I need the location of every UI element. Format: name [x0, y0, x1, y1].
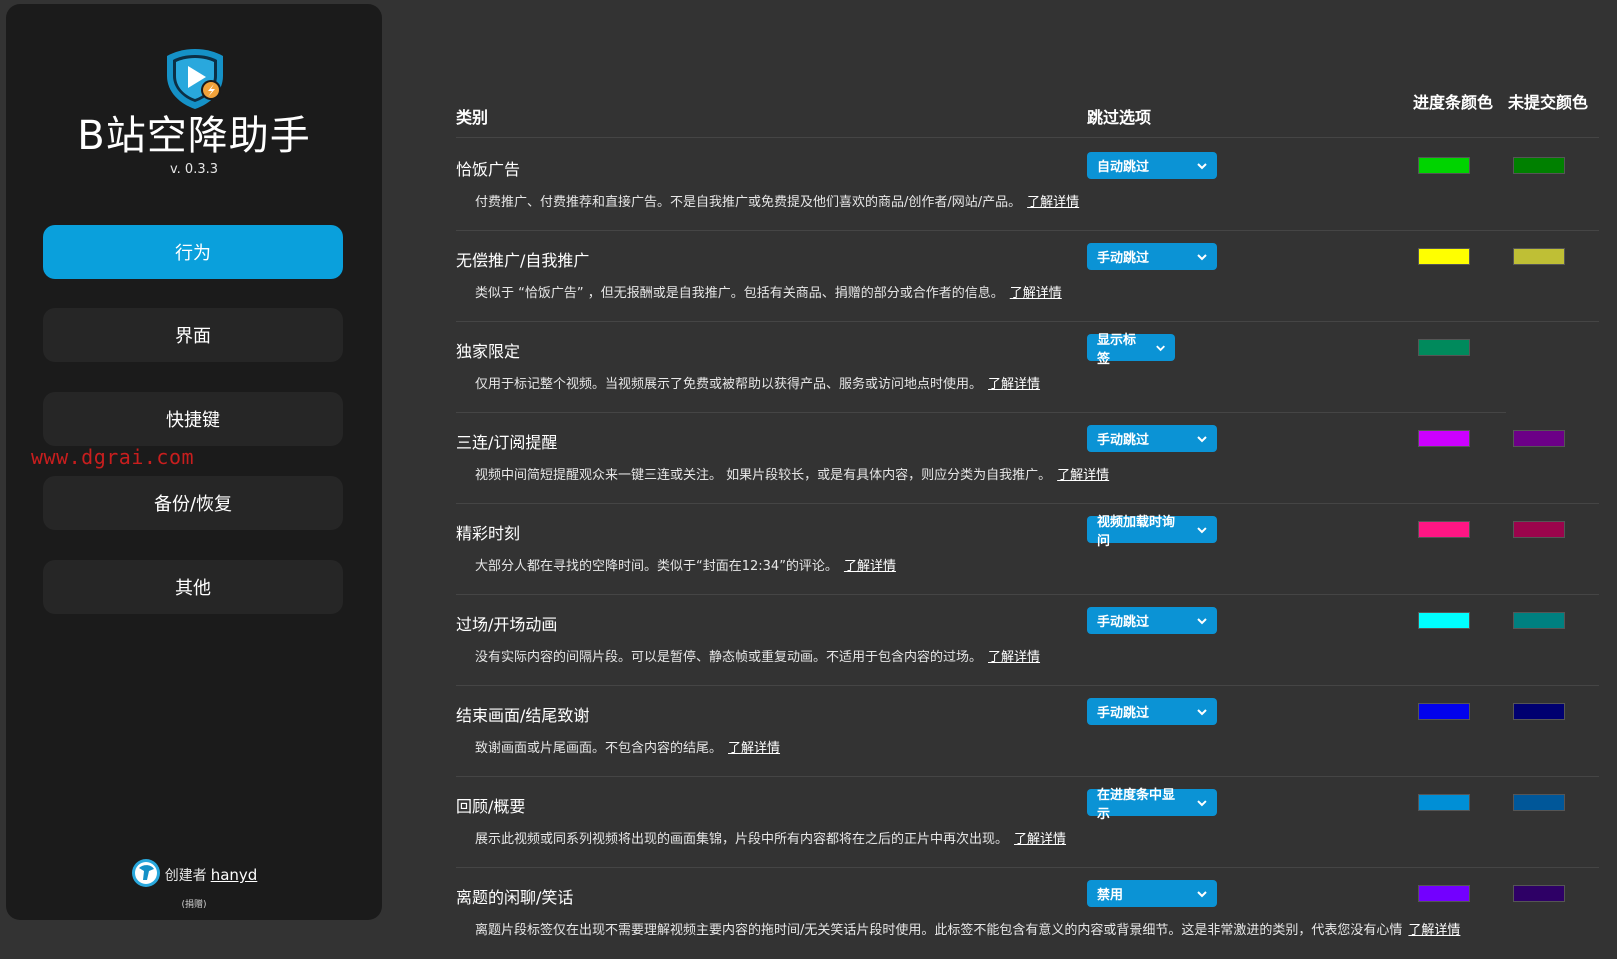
- unsubmitted-color-swatch[interactable]: [1513, 794, 1565, 811]
- unsubmitted-color-swatch[interactable]: [1513, 703, 1565, 720]
- learn-more-link[interactable]: 了解详情: [988, 650, 1040, 665]
- unsubmitted-color-swatch[interactable]: [1513, 430, 1565, 447]
- skip-option-value: 显示标签: [1097, 332, 1137, 367]
- category-description: 展示此视频或同系列视频将出现的画面集锦，片段中所有内容都将在之后的正片中再次出现…: [475, 828, 1066, 847]
- category-name: 独家限定: [456, 342, 521, 361]
- category-name: 精彩时刻: [456, 524, 521, 543]
- bar-color-swatch[interactable]: [1418, 248, 1470, 265]
- chevron-down-icon: [1197, 526, 1207, 533]
- category-row: 离题的闲聊/笑话 离题片段标签仅在出现不需要理解视频主要内容的拖时间/无关笑话片…: [0, 868, 1617, 959]
- bar-color-swatch[interactable]: [1418, 703, 1470, 720]
- unsubmitted-color-swatch[interactable]: [1513, 885, 1565, 902]
- skip-option-select[interactable]: 手动跳过: [1087, 243, 1217, 270]
- skip-option-value: 手动跳过: [1097, 615, 1150, 630]
- category-name: 过场/开场动画: [456, 615, 558, 634]
- learn-more-link[interactable]: 了解详情: [1010, 286, 1062, 301]
- description-text: 视频中间简短提醒观众来一键三连或关注。 如果片段较长，或是有具体内容，则应分类为…: [475, 468, 1052, 483]
- category-description: 没有实际内容的间隔片段。可以是暂停、静态帧或重复动画。不适用于包含内容的过场。了…: [475, 646, 1040, 665]
- bar-color-swatch[interactable]: [1418, 157, 1470, 174]
- learn-more-link[interactable]: 了解详情: [988, 377, 1040, 392]
- skip-option-select[interactable]: 视频加载时询问: [1087, 515, 1217, 549]
- chevron-down-icon: [1197, 799, 1207, 806]
- header-skip-option: 跳过选项: [1087, 108, 1152, 127]
- description-text: 离题片段标签仅在出现不需要理解视频主要内容的拖时间/无关笑话片段时使用。此标签不…: [475, 923, 1403, 938]
- description-text: 仅用于标记整个视频。当视频展示了免费或被帮助以获得产品、服务或访问地点时使用。: [475, 377, 983, 392]
- shield-play-logo-icon: [162, 46, 228, 112]
- skip-option-value: 禁用: [1097, 888, 1124, 903]
- unsubmitted-color-swatch[interactable]: [1513, 248, 1565, 265]
- category-description: 仅用于标记整个视频。当视频展示了免费或被帮助以获得产品、服务或访问地点时使用。了…: [475, 373, 1040, 392]
- category-row: 结束画面/结尾致谢 致谢画面或片尾画面。不包含内容的结尾。 了解详情 手动跳过: [0, 686, 1617, 777]
- unsubmitted-color-swatch[interactable]: [1513, 157, 1565, 174]
- category-row: 恰饭广告 付费推广、付费推荐和直接广告。不是自我推广或免费提及他们喜欢的商品/创…: [0, 140, 1617, 231]
- bar-color-swatch[interactable]: [1418, 794, 1470, 811]
- skip-option-value: 自动跳过: [1097, 160, 1150, 175]
- category-name: 结束画面/结尾致谢: [456, 706, 590, 725]
- category-row: 精彩时刻 大部分人都在寻找的空降时间。类似于“封面在12:34”的评论。 了解详情…: [0, 504, 1617, 595]
- chevron-down-icon: [1197, 708, 1207, 715]
- category-name: 无偿推广/自我推广: [456, 251, 590, 270]
- category-description: 离题片段标签仅在出现不需要理解视频主要内容的拖时间/无关笑话片段时使用。此标签不…: [475, 919, 1460, 938]
- category-row: 过场/开场动画 没有实际内容的间隔片段。可以是暂停、静态帧或重复动画。不适用于包…: [0, 595, 1617, 686]
- category-description: 付费推广、付费推荐和直接广告。不是自我推广或免费提及他们喜欢的商品/创作者/网站…: [475, 191, 1079, 210]
- skip-option-select[interactable]: 显示标签: [1087, 333, 1175, 367]
- bar-color-swatch[interactable]: [1418, 885, 1470, 902]
- learn-more-link[interactable]: 了解详情: [844, 559, 896, 574]
- chevron-down-icon: [1197, 890, 1207, 897]
- learn-more-link[interactable]: 了解详情: [1027, 195, 1079, 210]
- unsubmitted-color-swatch[interactable]: [1513, 612, 1565, 629]
- chevron-down-icon: [1197, 617, 1207, 624]
- header-divider: [456, 137, 1599, 138]
- chevron-down-icon: [1197, 435, 1207, 442]
- chevron-down-icon: [1197, 253, 1207, 260]
- learn-more-link[interactable]: 了解详情: [1408, 923, 1460, 938]
- chevron-down-icon: [1197, 162, 1207, 169]
- skip-option-select[interactable]: 手动跳过: [1087, 607, 1217, 634]
- category-row: 三连/订阅提醒 视频中间简短提醒观众来一键三连或关注。 如果片段较长，或是有具体…: [0, 413, 1617, 504]
- bar-color-swatch[interactable]: [1418, 521, 1470, 538]
- bar-color-swatch[interactable]: [1418, 339, 1470, 356]
- skip-option-value: 手动跳过: [1097, 433, 1150, 448]
- chevron-down-icon: [1156, 344, 1165, 351]
- learn-more-link[interactable]: 了解详情: [1057, 468, 1109, 483]
- description-text: 大部分人都在寻找的空降时间。类似于“封面在12:34”的评论。: [475, 559, 838, 574]
- category-row: 无偿推广/自我推广 类似于 “恰饭广告” ，但无报酬或是自我推广。包括有关商品、…: [0, 231, 1617, 322]
- category-name: 三连/订阅提醒: [456, 433, 558, 452]
- bar-color-swatch[interactable]: [1418, 612, 1470, 629]
- header-unsubmitted-color: 未提交颜色: [1508, 93, 1589, 112]
- skip-option-value: 手动跳过: [1097, 251, 1150, 266]
- skip-option-select[interactable]: 禁用: [1087, 880, 1217, 907]
- category-description: 致谢画面或片尾画面。不包含内容的结尾。 了解详情: [475, 737, 780, 756]
- category-description: 类似于 “恰饭广告” ，但无报酬或是自我推广。包括有关商品、捐赠的部分或合作者的…: [475, 282, 1062, 301]
- category-name: 离题的闲聊/笑话: [456, 888, 574, 907]
- skip-option-value: 手动跳过: [1097, 706, 1150, 721]
- skip-option-select[interactable]: 在进度条中显示: [1087, 788, 1217, 822]
- skip-option-select[interactable]: 手动跳过: [1087, 698, 1217, 725]
- skip-option-select[interactable]: 自动跳过: [1087, 152, 1217, 179]
- category-description: 大部分人都在寻找的空降时间。类似于“封面在12:34”的评论。 了解详情: [475, 555, 896, 574]
- skip-option-value: 在进度条中显示: [1097, 787, 1176, 822]
- description-text: 没有实际内容的间隔片段。可以是暂停、静态帧或重复动画。不适用于包含内容的过场。: [475, 650, 983, 665]
- header-bar-color: 进度条颜色: [1413, 93, 1494, 112]
- description-text: 类似于 “恰饭广告” ，但无报酬或是自我推广。包括有关商品、捐赠的部分或合作者的…: [475, 286, 1004, 301]
- description-text: 致谢画面或片尾画面。不包含内容的结尾。: [475, 741, 723, 756]
- bar-color-swatch[interactable]: [1418, 430, 1470, 447]
- description-text: 展示此视频或同系列视频将出现的画面集锦，片段中所有内容都将在之后的正片中再次出现…: [475, 832, 1009, 847]
- learn-more-link[interactable]: 了解详情: [728, 741, 780, 756]
- unsubmitted-color-swatch[interactable]: [1513, 521, 1565, 538]
- category-name: 回顾/概要: [456, 797, 526, 816]
- skip-option-select[interactable]: 手动跳过: [1087, 425, 1217, 452]
- category-description: 视频中间简短提醒观众来一键三连或关注。 如果片段较长，或是有具体内容，则应分类为…: [475, 464, 1109, 483]
- header-category: 类别: [456, 108, 489, 127]
- category-row: 回顾/概要 展示此视频或同系列视频将出现的画面集锦，片段中所有内容都将在之后的正…: [0, 777, 1617, 868]
- description-text: 付费推广、付费推荐和直接广告。不是自我推广或免费提及他们喜欢的商品/创作者/网站…: [475, 195, 1022, 210]
- category-row: 独家限定 仅用于标记整个视频。当视频展示了免费或被帮助以获得产品、服务或访问地点…: [0, 322, 1617, 413]
- skip-option-value: 视频加载时询问: [1097, 514, 1176, 549]
- learn-more-link[interactable]: 了解详情: [1014, 832, 1066, 847]
- category-name: 恰饭广告: [456, 160, 521, 179]
